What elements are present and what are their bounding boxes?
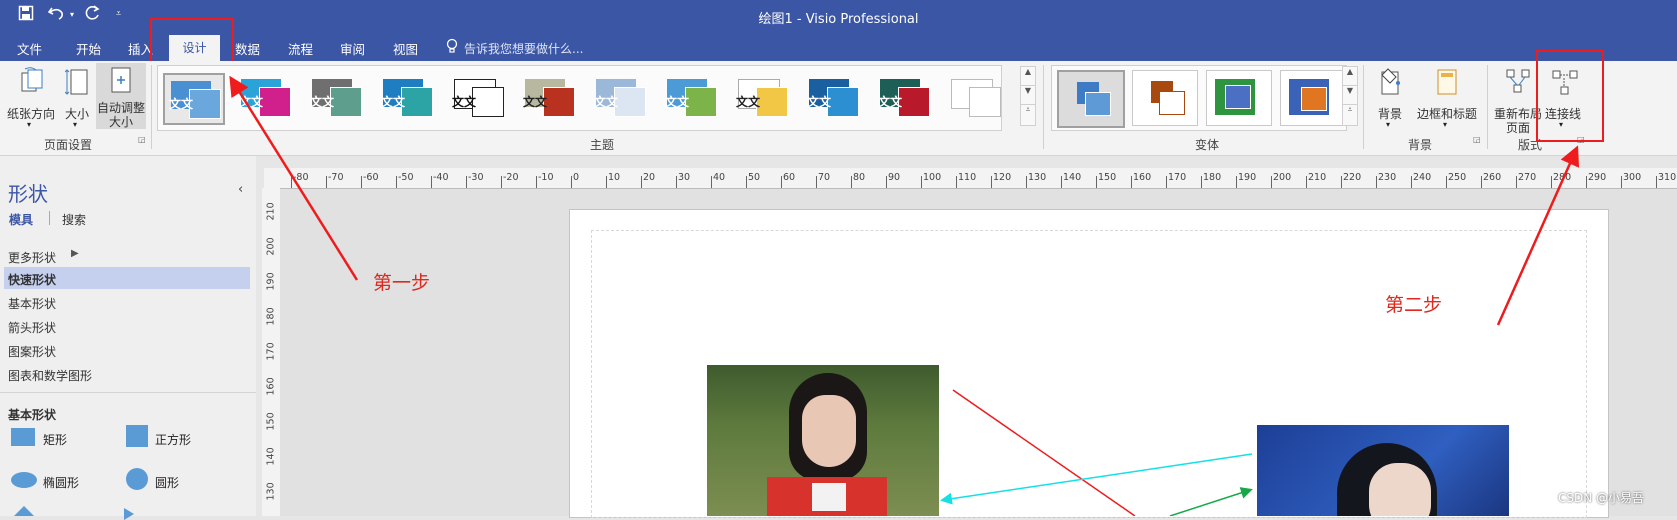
step1-arrow: [229, 75, 359, 281]
step2-arrow: [1496, 145, 1580, 326]
connector-line-green: [1169, 487, 1253, 516]
watermark: CSDN @小易吾: [1558, 491, 1645, 505]
connector-line-cyan: [940, 453, 1253, 505]
annotation-layer: [229, 75, 1580, 516]
annotation-step1: 第一步: [373, 272, 431, 294]
connector-line-red: [952, 389, 1136, 516]
annotation-step2: 第二步: [1385, 294, 1443, 316]
